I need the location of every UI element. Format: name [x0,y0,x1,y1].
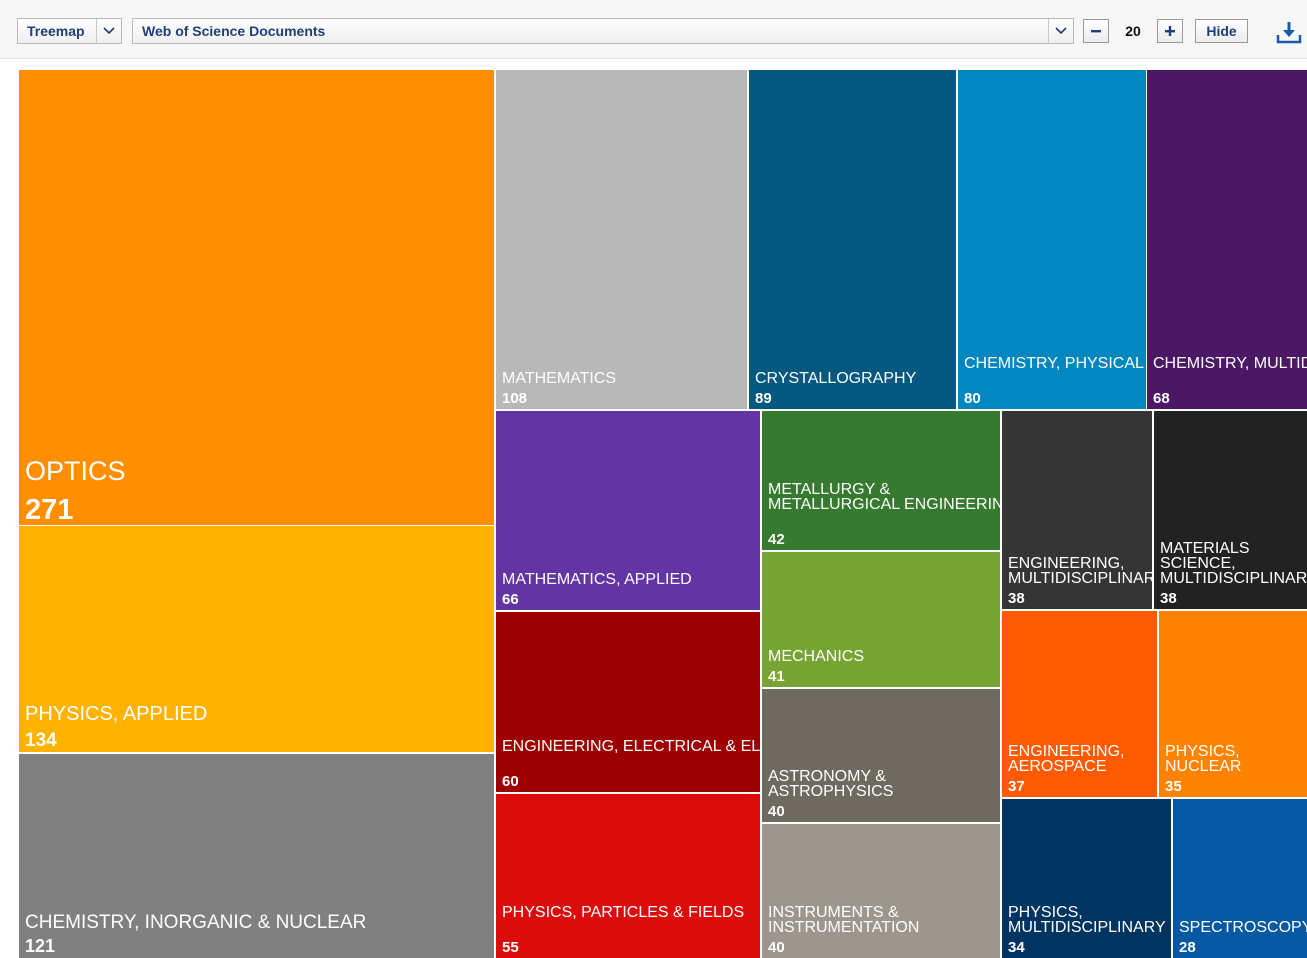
treemap-tile[interactable]: METALLURGY & METALLURGICAL ENGINEERING42 [762,411,1016,550]
tile-label: MECHANICS [768,648,864,665]
treemap-tile[interactable]: ENGINEERING, AEROSPACE37 [1002,611,1157,797]
tile-value: 68 [1153,390,1170,407]
treemap-tile[interactable]: SPECTROSCOPY 28 [1173,799,1307,958]
treemap-tile[interactable]: ASTRONOMY & ASTROPHYSICS 40 [762,689,1000,822]
tile-value: 35 [1165,778,1182,795]
tile-value: 89 [755,390,772,407]
tile-value: 42 [768,531,785,548]
tile-value: 55 [502,939,519,956]
treemap-tile[interactable]: PHYSICS, PARTICLES & FIELDS 55 [496,794,760,958]
treemap-tile[interactable]: MATERIALS SCIENCE, MULTIDISCIPLINARY38 [1154,411,1307,609]
tile-value: 38 [1160,590,1177,607]
treemap-tile[interactable]: MECHANICS 41 [762,552,1000,687]
treemap-tile[interactable]: CHEMISTRY, INORGANIC & NUCLEAR 121 [19,754,494,958]
tile-value: 108 [502,390,527,407]
tile-rect [496,612,760,792]
treemap-tile[interactable]: INSTRUMENTS & INSTRUMENTATION 40 [762,824,1000,958]
treemap-tile[interactable]: CRYSTALLOGRAPHY 89 [749,70,956,409]
treemap-tile[interactable]: PHYSICS, APPLIED 134 [19,526,494,752]
treemap-tile[interactable]: MATHEMATICS 108 [496,70,747,409]
tile-value: 121 [25,936,55,956]
tile-value: 134 [25,730,57,751]
treemap-chart: OPTICS 271 PHYSICS, APPLIED 134 CHEMISTRY, I… [19,70,1307,958]
treemap-tile[interactable]: MATHEMATICS, APPLIED 66 [496,411,760,610]
tile-label: PHYSICS, APPLIED [25,703,207,725]
tile-label: CHEMISTRY, INORGANIC & NUCLEAR [25,912,366,933]
tile-label: PHYSICS, PARTICLES & FIELDS [502,904,744,921]
tile-value: 80 [964,390,981,407]
tile-rect [496,70,747,409]
tile-value: 34 [1008,939,1025,956]
tile-label: SPECTROSCOPY [1179,919,1307,936]
tile-label: CRYSTALLOGRAPHY [755,370,917,387]
tile-label: MATHEMATICS [502,370,616,387]
tile-value: 38 [1008,590,1025,607]
treemap-tile[interactable]: PHYSICS, MULTIDISCIPLINARY34 [1002,799,1171,958]
tile-label: CHEMISTRY, MULTIDISCIPLINARY [1153,355,1307,372]
tile-value: 66 [502,591,519,608]
tile-value: 37 [1008,778,1025,795]
tile-rect [762,824,1000,958]
treemap-tile[interactable]: CHEMISTRY, MULTIDISCIPLINARY 68 [1147,70,1307,409]
tile-label: OPTICS [25,456,126,486]
treemap-tile[interactable]: CHEMISTRY, PHYSICAL 80 [958,70,1146,409]
tile-value: 40 [768,939,785,956]
tile-value: 271 [25,494,73,526]
tile-label: MATHEMATICS, APPLIED [502,571,692,588]
tile-rect [762,689,1000,822]
treemap-tile[interactable]: PHYSICS, NUCLEAR 35 [1159,611,1307,797]
tile-value: 41 [768,668,785,685]
tile-rect [762,552,1000,687]
treemap-tile[interactable]: OPTICS 271 [19,70,494,526]
tile-label: ASTRONOMY & ASTROPHYSICS [768,768,893,800]
tile-value: 60 [502,773,519,790]
tile-label: CHEMISTRY, PHYSICAL [964,355,1144,372]
treemap-tile[interactable]: ENGINEERING, MULTIDISCIPLINARY38 [1002,411,1166,609]
tile-label: PHYSICS, NUCLEAR [1165,743,1241,775]
tile-label: INSTRUMENTS & INSTRUMENTATION [768,904,919,936]
tile-value: 40 [768,803,785,820]
tile-rect [496,794,760,958]
tile-value: 28 [1179,939,1196,956]
tile-rect [749,70,956,409]
